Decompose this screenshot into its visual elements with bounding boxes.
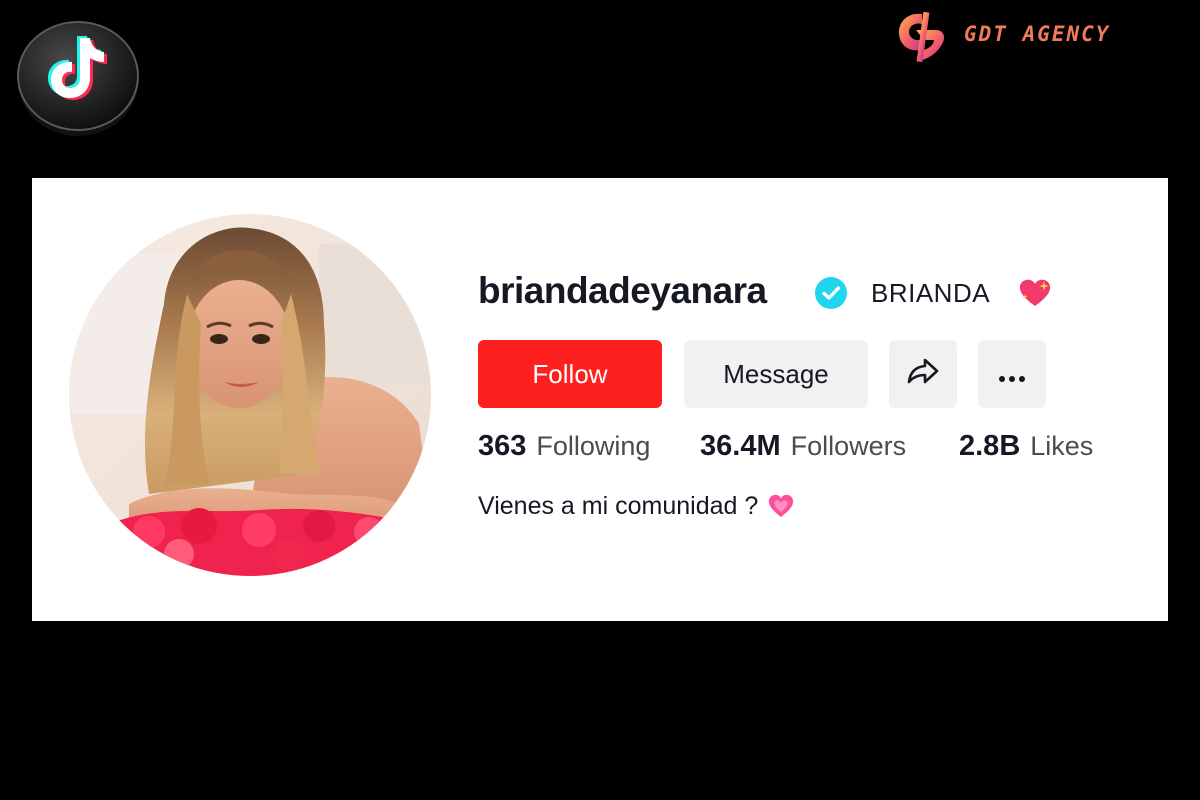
share-arrow-icon [907, 357, 939, 392]
name-row: briandadeyanara BRIANDA [478, 268, 1118, 318]
bio-text: Vienes a mi comunidad ? [478, 492, 759, 520]
following-stat[interactable]: 363 Following [478, 430, 650, 463]
followers-count: 36.4M [700, 430, 781, 462]
likes-label: Likes [1030, 431, 1094, 461]
share-button[interactable] [889, 340, 957, 408]
more-dots-icon [998, 359, 1026, 390]
profile-avatar[interactable] [69, 214, 431, 576]
gdt-agency-mark-icon [892, 6, 950, 66]
profile-bio: Vienes a mi comunidad ? [478, 492, 795, 521]
page-background: GDT AGENCY briandadeyanara BRIANDA Follo… [0, 0, 1200, 800]
profile-stats: 363 Following 36.4M Followers 2.8B Likes [478, 430, 1178, 470]
following-label: Following [536, 431, 651, 461]
profile-header-card: briandadeyanara BRIANDA Follow Message 3… [32, 178, 1168, 621]
pink-heart-icon [767, 493, 795, 519]
more-options-button[interactable] [978, 340, 1046, 408]
likes-count: 2.8B [959, 430, 1021, 462]
sparkling-heart-icon [1018, 278, 1052, 308]
tiktok-logo-icon [14, 14, 142, 138]
likes-stat: 2.8B Likes [959, 430, 1093, 463]
follow-button[interactable]: Follow [478, 340, 662, 408]
agency-name: GDT AGENCY [964, 22, 1111, 46]
username: briandadeyanara [478, 270, 767, 311]
followers-stat[interactable]: 36.4M Followers [700, 430, 906, 463]
verified-badge-icon [814, 276, 848, 310]
following-count: 363 [478, 430, 527, 462]
display-name: BRIANDA [871, 278, 991, 308]
agency-logo: GDT AGENCY [892, 6, 1182, 66]
message-button[interactable]: Message [684, 340, 868, 408]
followers-label: Followers [790, 431, 907, 461]
